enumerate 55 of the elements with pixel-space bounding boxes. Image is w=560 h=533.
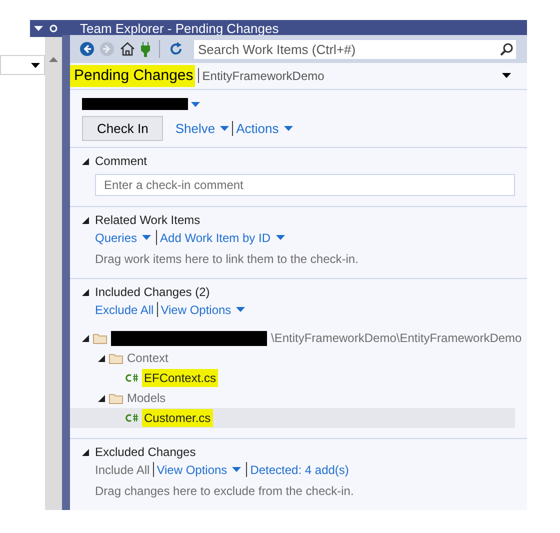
search-field[interactable]: Search Work Items (Ctrl+#) [193,38,517,60]
caret-icon [191,102,200,106]
tree-row[interactable]: Customer.cs [70,408,515,428]
expander-icon[interactable] [98,354,105,362]
expander-icon[interactable] [82,448,89,456]
toolbar-link[interactable]: Queries [95,228,154,246]
tree-row[interactable]: Context [70,348,515,368]
csharp-file-icon [125,373,138,383]
caret-icon [284,126,293,131]
tree-label: Models [127,390,166,407]
expander-icon[interactable] [82,334,89,342]
expander-icon[interactable] [82,158,89,164]
scrollbar[interactable] [45,37,62,510]
comment-field[interactable]: Enter a check-in comment [95,174,515,196]
expander-icon[interactable] [82,216,89,224]
folder-icon [109,352,123,364]
folder-icon [109,392,123,404]
window-title: Team Explorer - Pending Changes [62,20,527,36]
search-icon [500,42,513,56]
expander-icon[interactable] [82,288,89,296]
project-name: EntityFrameworkDemo [202,68,324,85]
toolbar-link[interactable]: Shelve [175,118,230,138]
toolbar-link[interactable]: Include All [95,460,150,478]
page-title: Pending Changes [70,64,196,88]
csharp-file-icon [125,413,138,423]
toolbar-link[interactable]: Add Work Item by ID [160,228,287,246]
section-title: Related Work Items [95,212,200,229]
caret-icon [34,26,43,31]
refresh-icon[interactable] [169,42,183,56]
toolbar-link[interactable]: View Options [160,300,248,318]
expander-icon[interactable] [98,394,105,402]
caret-icon [31,62,40,68]
toolbar-link[interactable]: Actions [236,118,293,138]
home-icon[interactable] [120,42,135,56]
hint-text: Drag changes here to exclude from the check-in. [95,483,355,500]
toolbar-link[interactable]: Exclude All [95,300,154,318]
toolbar-link[interactable]: Detected: 4 add(s) [250,460,349,478]
caret-icon [502,73,511,78]
back-icon[interactable] [80,42,94,56]
hint-text: Drag work items here to link them to the check-in. [95,251,360,268]
tree-label: Customer.cs [142,409,213,427]
scroll-up-icon[interactable] [49,57,58,62]
toolbar-link[interactable]: View Options [156,460,244,478]
section-title: Comment [95,153,148,170]
plug-icon[interactable] [141,42,150,57]
folder-icon [93,332,107,344]
caret-icon [220,126,230,131]
tree-label: EFContext.cs [142,369,218,387]
section-title: Included Changes (2) [95,284,210,301]
tree-row[interactable]: Models [70,388,515,408]
check-in-button[interactable]: Check In [82,116,164,141]
tree-label: Context [127,350,168,367]
tree-label: \EntityFrameworkDemo\EntityFrameworkDemo [271,330,522,347]
tree-row[interactable]: EFContext.cs [70,368,515,388]
section-title: Excluded Changes [95,444,196,461]
